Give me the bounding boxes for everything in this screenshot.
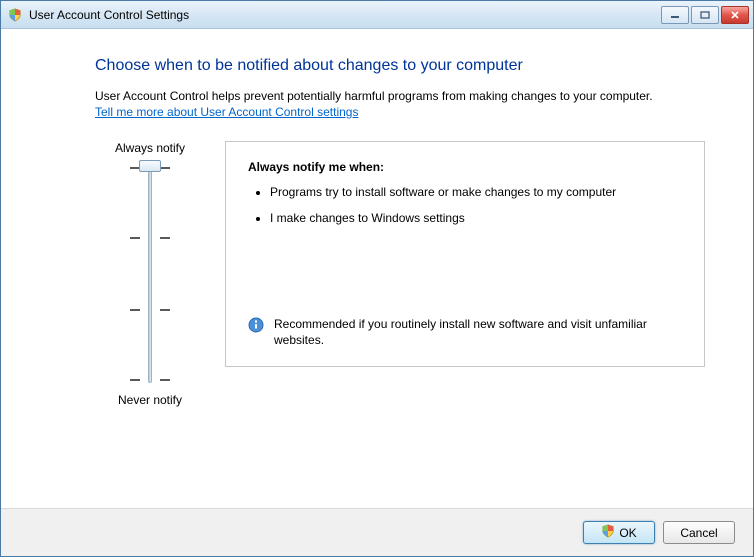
ok-button[interactable]: OK [583, 521, 655, 544]
description-heading: Always notify me when: [248, 160, 682, 174]
slider-label-top: Always notify [115, 141, 185, 155]
notification-slider: Always notify Never notify [95, 141, 205, 407]
description-box: Always notify me when: Programs try to i… [225, 141, 705, 367]
uac-settings-window: User Account Control Settings Choose whe… [0, 0, 754, 557]
shield-icon [7, 7, 23, 23]
window-controls [661, 6, 749, 24]
list-item: Programs try to install software or make… [270, 184, 682, 200]
slider-label-bottom: Never notify [118, 393, 182, 407]
description-list: Programs try to install software or make… [248, 184, 682, 236]
close-button[interactable] [721, 6, 749, 24]
button-row: OK Cancel [1, 508, 753, 556]
minimize-button[interactable] [661, 6, 689, 24]
list-item: I make changes to Windows settings [270, 210, 682, 226]
slider-thumb[interactable] [139, 160, 161, 172]
main-area: Always notify Never notify Always notify… [95, 141, 705, 407]
shield-icon [601, 524, 615, 541]
page-heading: Choose when to be notified about changes… [95, 57, 705, 75]
cancel-button-label: Cancel [680, 526, 717, 540]
cancel-button[interactable]: Cancel [663, 521, 735, 544]
description-panel: Always notify me when: Programs try to i… [225, 141, 705, 407]
description-footer: Recommended if you routinely install new… [248, 316, 682, 352]
help-link[interactable]: Tell me more about User Account Control … [95, 105, 358, 119]
maximize-button[interactable] [691, 6, 719, 24]
recommendation-text: Recommended if you routinely install new… [274, 316, 682, 348]
content-area: Choose when to be notified about changes… [1, 29, 753, 508]
intro-text: User Account Control helps prevent poten… [95, 89, 705, 103]
info-icon [248, 317, 264, 336]
ok-button-label: OK [619, 526, 636, 540]
slider-track[interactable] [120, 165, 180, 383]
window-title: User Account Control Settings [29, 8, 661, 22]
titlebar[interactable]: User Account Control Settings [1, 1, 753, 29]
